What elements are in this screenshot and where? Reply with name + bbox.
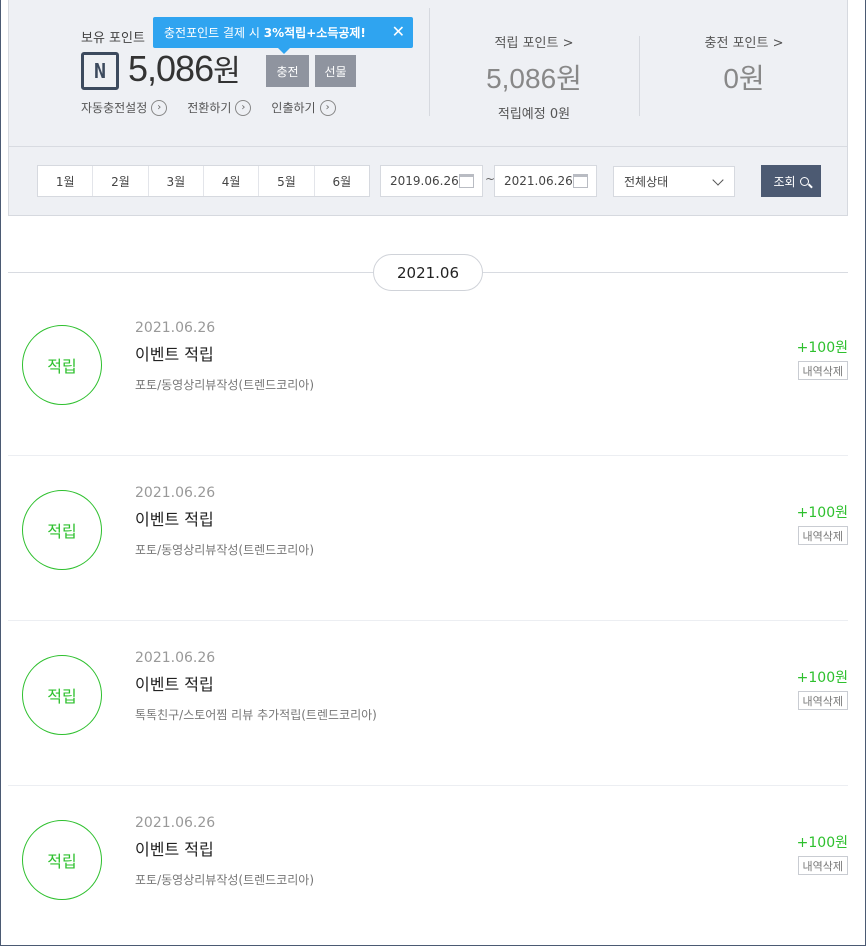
delete-entry-button[interactable]: 내역삭제: [797, 856, 848, 875]
withdraw-link[interactable]: 인출하기 ›: [271, 99, 336, 116]
charge-button[interactable]: 충전: [266, 55, 309, 87]
status-select-value: 전체상태: [624, 175, 669, 189]
entry-amount: +100원: [796, 340, 848, 356]
entry-date: 2021.06.26: [135, 815, 216, 831]
month-button[interactable]: 4월: [204, 166, 260, 196]
close-icon[interactable]: ✕: [392, 23, 405, 41]
entry-title: 이벤트 적립: [135, 510, 214, 529]
owned-points-unit: 원: [213, 55, 241, 88]
month-button[interactable]: 2월: [93, 166, 149, 196]
entry-date: 2021.06.26: [135, 485, 216, 501]
calendar-icon[interactable]: [459, 174, 474, 188]
charged-points-link[interactable]: 충전 포인트 >: [659, 32, 829, 51]
entry-title: 이벤트 적립: [135, 840, 214, 859]
list-item: 적립 2021.06.26 이벤트 적립 포토/동영상리뷰작성(트렌드코리아) …: [8, 786, 848, 946]
entry-description: 포토/동영상리뷰작성(트렌드코리아): [135, 378, 315, 392]
start-date-input[interactable]: 2019.06.26: [380, 165, 483, 197]
tooltip-arrow: [278, 48, 290, 54]
owned-points-number: 5,086: [128, 48, 214, 89]
charge-promo-tooltip: 충전포인트 결제 시 3%적립+소득공제! ✕: [153, 17, 413, 54]
entry-description: 포토/동영상리뷰작성(트렌드코리아): [135, 543, 315, 557]
summary-divider-vertical: [429, 8, 430, 116]
convert-link[interactable]: 전환하기 ›: [187, 99, 252, 116]
status-select[interactable]: 전체상태: [613, 166, 735, 197]
entry-description: 톡톡친구/스토어찜 리뷰 추가적립(트렌드코리아): [135, 708, 377, 722]
summary-divider: [9, 146, 847, 147]
month-button[interactable]: 6월: [315, 166, 369, 196]
entry-amount: +100원: [796, 835, 848, 851]
entry-description: 포토/동영상리뷰작성(트렌드코리아): [135, 873, 315, 887]
charged-points-value: 0원: [723, 63, 765, 94]
earned-points-block: 적립 포인트 > 5,086원 적립예정 0원: [449, 32, 619, 122]
earned-pending-text: 적립예정 0원: [497, 107, 571, 122]
earned-points-value: 5,086원: [486, 63, 582, 94]
points-summary-panel: 보유 포인트 N 5,086원 충전 선물 충전포인트 결제 시 3%적립+소득…: [8, 0, 848, 216]
points-actions: 자동충전설정 › 전환하기 › 인출하기 ›: [81, 99, 336, 116]
earn-badge: 적립: [22, 490, 102, 570]
owned-points-label: 보유 포인트: [81, 31, 145, 46]
earn-badge: 적립: [22, 325, 102, 405]
entry-title: 이벤트 적립: [135, 345, 214, 364]
entry-amount: +100원: [796, 505, 848, 521]
withdraw-label: 인출하기: [271, 101, 316, 115]
convert-label: 전환하기: [187, 101, 232, 115]
entry-title: 이벤트 적립: [135, 675, 214, 694]
month-button[interactable]: 3월: [149, 166, 204, 196]
month-header: 2021.06: [373, 254, 483, 291]
charged-points-block: 충전 포인트 > 0원: [659, 32, 829, 97]
delete-entry-button[interactable]: 내역삭제: [797, 691, 848, 710]
chevron-right-icon: ›: [151, 99, 168, 116]
delete-entry-button[interactable]: 내역삭제: [797, 526, 848, 545]
end-date-value: 2021.06.26: [504, 174, 573, 188]
search-button-label: 조회: [773, 174, 796, 189]
search-button[interactable]: 조회: [761, 165, 821, 197]
auto-charge-link[interactable]: 자동충전설정 ›: [81, 99, 168, 116]
end-date-input[interactable]: 2021.06.26: [494, 165, 597, 197]
entry-date: 2021.06.26: [135, 650, 216, 666]
chevron-right-icon: ›: [319, 99, 336, 116]
earned-points-link[interactable]: 적립 포인트 >: [449, 32, 619, 51]
gift-button[interactable]: 선물: [315, 55, 356, 87]
tooltip-highlight: 3%적립+소득공제!: [263, 26, 366, 40]
start-date-value: 2019.06.26: [390, 174, 459, 188]
summary-divider-vertical: [639, 36, 640, 116]
list-item: 적립 2021.06.26 이벤트 적립 포토/동영상리뷰작성(트렌드코리아) …: [8, 291, 848, 456]
owned-points-value: 5,086원: [128, 46, 241, 90]
npay-logo-icon: N: [81, 52, 119, 90]
list-item: 적립 2021.06.26 이벤트 적립 포토/동영상리뷰작성(트렌드코리아) …: [8, 456, 848, 621]
auto-charge-label: 자동충전설정: [81, 101, 148, 115]
earn-badge: 적립: [22, 820, 102, 900]
chevron-right-icon: ›: [235, 99, 252, 116]
earn-badge: 적립: [22, 655, 102, 735]
delete-entry-button[interactable]: 내역삭제: [797, 361, 848, 380]
entry-amount: +100원: [796, 670, 848, 686]
search-icon: [799, 176, 809, 186]
entry-date: 2021.06.26: [135, 320, 216, 336]
month-button[interactable]: 1월: [38, 166, 94, 196]
month-button[interactable]: 5월: [259, 166, 315, 196]
month-filter: 1월 2월 3월 4월 5월 6월: [37, 165, 370, 197]
list-item: 적립 2021.06.26 이벤트 적립 톡톡친구/스토어찜 리뷰 추가적립(트…: [8, 621, 848, 786]
tooltip-text: 충전포인트 결제 시: [164, 26, 264, 40]
chevron-down-icon: [712, 174, 724, 186]
calendar-icon[interactable]: [573, 174, 588, 188]
